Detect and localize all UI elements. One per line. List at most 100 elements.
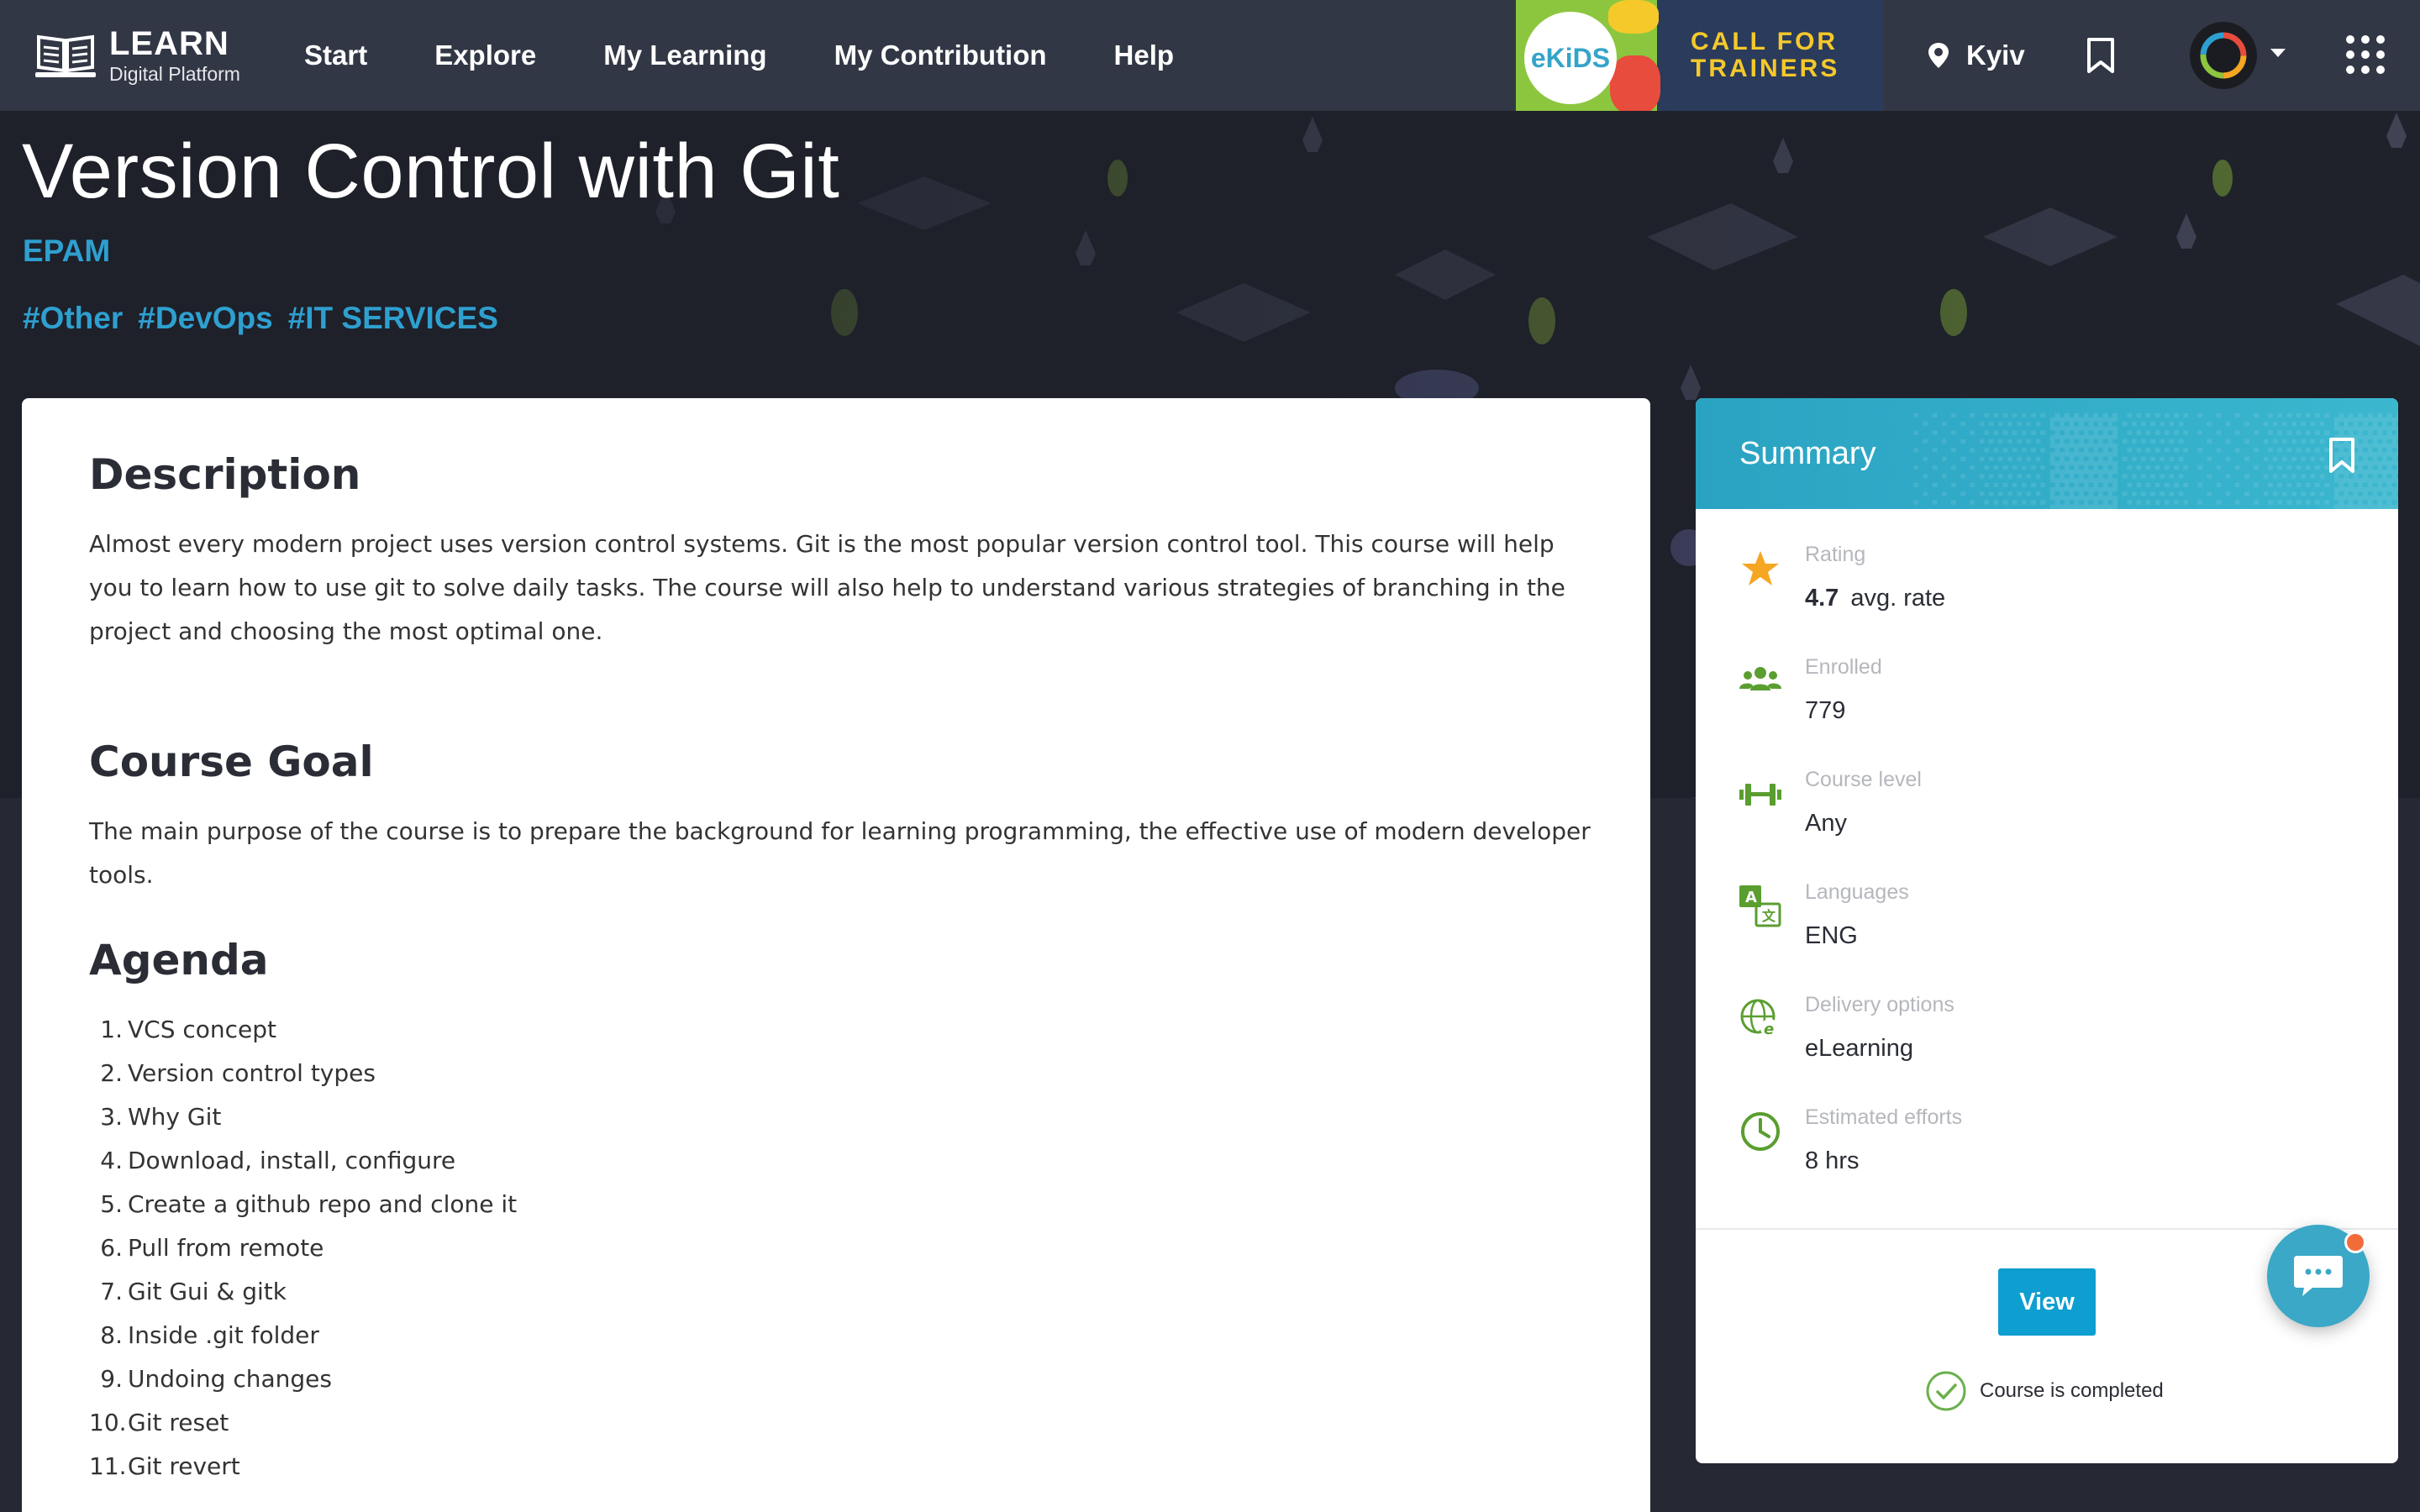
description-heading: Description bbox=[89, 450, 361, 499]
svg-text:e: e bbox=[1764, 1021, 1774, 1038]
apps-dot bbox=[2376, 35, 2385, 44]
estimated-efforts-value: 8 hrs bbox=[1805, 1147, 1860, 1174]
summary-rating-row: Rating 4.7 avg. rate bbox=[1696, 539, 2398, 652]
agenda-number: 10. bbox=[89, 1409, 127, 1436]
nav-item-my-learning[interactable]: My Learning bbox=[603, 39, 766, 71]
description-text: Almost every modern project uses version… bbox=[89, 530, 1565, 645]
apps-dot bbox=[2376, 66, 2385, 74]
users-icon bbox=[1739, 667, 1781, 690]
book-icon bbox=[35, 34, 96, 77]
check-circle-icon bbox=[1926, 1371, 1966, 1411]
nav-item-my-contribution[interactable]: My Contribution bbox=[834, 39, 1047, 71]
agenda-number: 11. bbox=[89, 1452, 127, 1480]
summary-header-decoration: ░▒▓▒░▒▓ bbox=[1908, 407, 2398, 510]
agenda-number: 2. bbox=[100, 1059, 123, 1087]
languages-value: ENG bbox=[1805, 922, 1858, 949]
dumbbell-icon bbox=[1739, 784, 1781, 806]
course-details-card: Description Almost every modern project … bbox=[22, 398, 1650, 1512]
agenda-text: Undoing changes bbox=[128, 1365, 332, 1393]
languages-label: Languages bbox=[1805, 880, 1909, 904]
description-section: Description Almost every modern project … bbox=[89, 450, 1593, 654]
estimated-efforts-label: Estimated efforts bbox=[1805, 1105, 1963, 1129]
rating-number: 4.7 bbox=[1805, 585, 1839, 612]
course-provider-link[interactable]: EPAM bbox=[23, 234, 110, 269]
nav-item-explore[interactable]: Explore bbox=[434, 39, 536, 71]
nav-item-help[interactable]: Help bbox=[1114, 39, 1175, 71]
agenda-section: Agenda 1. VCS concept 2. Version control t… bbox=[89, 936, 1593, 1488]
apps-dot bbox=[2361, 50, 2370, 59]
translate-icon: A 文 bbox=[1739, 885, 1781, 927]
chevron-down-icon[interactable] bbox=[2270, 49, 2286, 57]
delivery-options-label: Delivery options bbox=[1805, 993, 1954, 1016]
agenda-text: Pull from remote bbox=[128, 1234, 324, 1262]
delivery-options-value: eLearning bbox=[1805, 1035, 1913, 1062]
apps-dot bbox=[2346, 50, 2354, 59]
list-item: 3. Why Git bbox=[89, 1095, 1593, 1139]
star-icon bbox=[1742, 551, 1779, 585]
banner-decoration bbox=[1608, 0, 1659, 34]
learn-logo[interactable]: LEARN Digital Platform bbox=[34, 0, 286, 111]
summary-level-row: Course level Any bbox=[1696, 764, 2398, 877]
ekids-logo: eKiDS bbox=[1516, 0, 1660, 111]
banner-line-1: CALL FOR bbox=[1691, 28, 1839, 55]
list-item: 7. Git Gui & gitk bbox=[89, 1270, 1593, 1314]
banner-line-2: TRAINERS bbox=[1691, 55, 1840, 82]
ekids-badge: eKiDS bbox=[1524, 12, 1617, 104]
agenda-text: Git Gui & gitk bbox=[128, 1278, 287, 1305]
clock-icon bbox=[1741, 1112, 1780, 1151]
agenda-number: 4. bbox=[100, 1147, 123, 1174]
list-item: 10. Git reset bbox=[89, 1401, 1593, 1445]
agenda-heading: Agenda bbox=[89, 936, 269, 984]
location-label: Kyiv bbox=[1966, 39, 2025, 71]
agenda-number: 3. bbox=[100, 1103, 123, 1131]
ekids-brand: eKiDS bbox=[1530, 42, 1611, 73]
agenda-text: Git reset bbox=[128, 1409, 229, 1436]
apps-dot bbox=[2346, 35, 2354, 44]
enrolled-value: 779 bbox=[1805, 697, 1846, 724]
agenda-number: 9. bbox=[100, 1365, 123, 1393]
main-menu: Start Explore My Learning My Contributio… bbox=[286, 0, 1174, 111]
logo-subtitle: Digital Platform bbox=[109, 63, 240, 85]
agenda-number: 1. bbox=[100, 1016, 123, 1043]
agenda-text: Why Git bbox=[128, 1103, 222, 1131]
summary-delivery-row: e Delivery options eLearning bbox=[1696, 990, 2398, 1102]
apps-dot bbox=[2376, 50, 2385, 59]
apps-grid-icon[interactable] bbox=[2346, 35, 2385, 74]
rating-value: 4.7 avg. rate bbox=[1805, 585, 1945, 612]
agenda-text: Inside .git folder bbox=[128, 1321, 319, 1349]
summary-header: ░▒▓▒░▒▓ Summary bbox=[1696, 398, 2398, 510]
course-tags: #Other #DevOps #IT SERVICES bbox=[23, 301, 513, 336]
user-avatar[interactable] bbox=[2190, 22, 2257, 89]
bookmark-icon[interactable] bbox=[2328, 437, 2356, 474]
divider bbox=[1696, 1228, 2398, 1230]
call-for-trainers-banner[interactable]: eKiDS CALL FOR TRAINERS bbox=[1516, 0, 1884, 111]
list-item: 4. Download, install, configure bbox=[89, 1139, 1593, 1183]
agenda-number: 7. bbox=[100, 1278, 123, 1305]
list-item: 6. Pull from remote bbox=[89, 1226, 1593, 1270]
summary-title: Summary bbox=[1739, 435, 1876, 471]
location-pin-icon bbox=[1928, 43, 1949, 68]
agenda-text: Version control types bbox=[128, 1059, 376, 1087]
svg-text:A: A bbox=[1745, 889, 1757, 906]
nav-item-start[interactable]: Start bbox=[304, 39, 367, 71]
tag-devops[interactable]: #DevOps bbox=[138, 301, 272, 336]
chat-support-button[interactable] bbox=[2267, 1225, 2370, 1327]
tag-other[interactable]: #Other bbox=[23, 301, 123, 336]
course-goal-heading: Course Goal bbox=[89, 738, 374, 786]
course-level-label: Course level bbox=[1805, 768, 1922, 791]
banner-decoration bbox=[1610, 55, 1660, 111]
bookmark-icon[interactable] bbox=[2086, 37, 2116, 74]
agenda-text: Git revert bbox=[128, 1452, 240, 1480]
list-item: 9. Undoing changes bbox=[89, 1357, 1593, 1401]
summary-languages-row: A 文 Languages ENG bbox=[1696, 877, 2398, 990]
top-navigation-bar: LEARN Digital Platform Start Explore My … bbox=[0, 0, 2420, 111]
location-selector[interactable]: Kyiv bbox=[1926, 0, 2025, 111]
summary-enrolled-row: Enrolled 779 bbox=[1696, 652, 2398, 764]
view-course-button[interactable]: View bbox=[1998, 1268, 2096, 1336]
course-goal-section: Course Goal The main purpose of the cour… bbox=[89, 738, 1593, 897]
tag-it-services[interactable]: #IT SERVICES bbox=[288, 301, 498, 336]
completion-status: Course is completed bbox=[1924, 1369, 2164, 1413]
course-goal-text: The main purpose of the course is to pre… bbox=[89, 817, 1591, 889]
elearning-globe-icon: e bbox=[1740, 999, 1779, 1038]
logo-title: LEARN bbox=[109, 25, 229, 62]
